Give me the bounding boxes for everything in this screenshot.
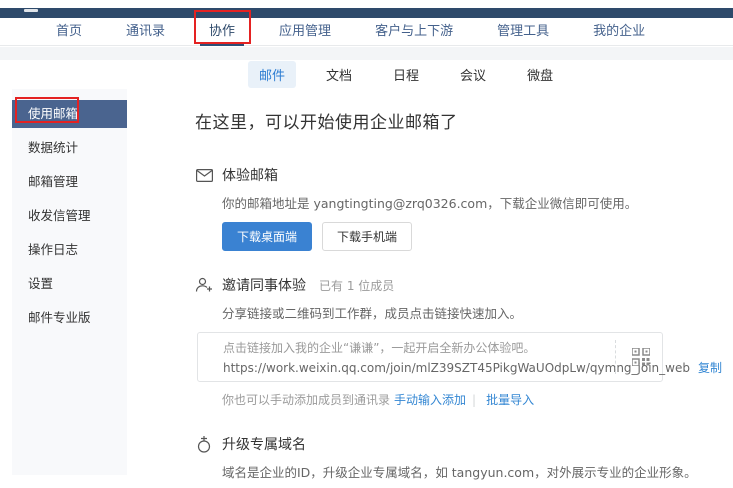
tab-docs[interactable]: 文档 [315, 61, 363, 88]
sidebar-item-mail-pro[interactable]: 邮件专业版 [12, 304, 127, 332]
sidebar-item-label: 使用邮箱 [28, 106, 78, 121]
manual-add-link[interactable]: 手动输入添加 [394, 393, 466, 407]
copy-link[interactable]: 复制 [698, 361, 722, 375]
sidebar-item-data-stats[interactable]: 数据统计 [12, 134, 127, 162]
download-mobile-button[interactable]: 下载手机端 [322, 222, 412, 251]
share-link-box: 点击链接加入我的企业“谦谦”，一起开启全新办公体验吧。 https://work… [197, 332, 663, 382]
section-title: 邀请同事体验 [222, 275, 306, 295]
nav-item-admin-tools[interactable]: 管理工具 [497, 18, 549, 46]
nav-item-contacts[interactable]: 通讯录 [126, 18, 165, 46]
dashed-divider [615, 340, 616, 374]
content-row: 使用邮箱 数据统计 邮箱管理 收发信管理 操作日志 设置 邮件专业版 在这里，可… [0, 89, 733, 475]
tab-meeting[interactable]: 会议 [449, 61, 497, 88]
envelope-icon [195, 166, 213, 184]
sidebar-item-operation-log[interactable]: 操作日志 [12, 236, 127, 264]
manual-hint: 你也可以手动添加成员到通讯录 [222, 393, 390, 407]
nav-item-home[interactable]: 首页 [56, 18, 82, 46]
domain-section: 升级专属域名 域名是企业的ID，升级企业专属域名，如 tangyun.com，对… [195, 434, 733, 488]
member-count: 已有 1 位成员 [319, 277, 394, 294]
mailbox-desc: 你的邮箱地址是 yangtingting@zrq0326.com，下载企业微信即… [222, 193, 733, 212]
tab-drive[interactable]: 微盘 [516, 61, 564, 88]
link-separator: | [472, 393, 476, 407]
tab-calendar[interactable]: 日程 [382, 61, 430, 88]
sidebar-item-settings[interactable]: 设置 [12, 270, 127, 298]
manual-add-row: 你也可以手动添加成员到通讯录手动输入添加 | 批量导入 [222, 391, 733, 408]
section-title: 升级专属域名 [222, 434, 306, 454]
main-nav: 首页 通讯录 协作 应用管理 客户与上下游 管理工具 我的企业 [0, 18, 733, 46]
download-desktop-button[interactable]: 下载桌面端 [222, 222, 312, 251]
person-plus-icon [195, 276, 213, 294]
domain-upgrade-icon [195, 435, 213, 453]
main-content: 在这里，可以开始使用企业邮箱了 体验邮箱 你的邮箱地址是 yangtingtin… [127, 89, 733, 475]
page-title: 在这里，可以开始使用企业邮箱了 [195, 108, 733, 133]
tab-mail[interactable]: 邮件 [248, 61, 296, 88]
mailbox-section: 体验邮箱 你的邮箱地址是 yangtingting@zrq0326.com，下载… [195, 165, 733, 251]
section-title: 体验邮箱 [222, 165, 278, 185]
screen: 首页 通讯录 协作 应用管理 客户与上下游 管理工具 我的企业 邮件 文档 日程… [0, 0, 733, 488]
domain-desc: 域名是企业的ID，升级企业专属域名，如 tangyun.com，对外展示专业的企… [222, 462, 733, 481]
gray-band [0, 47, 733, 60]
share-url: https://work.weixin.qq.com/join/mlZ39SZT… [223, 361, 690, 375]
sub-tabs: 邮件 文档 日程 会议 微盘 [0, 60, 733, 89]
logo-fragment [24, 9, 38, 12]
sidebar-item-send-receive-management[interactable]: 收发信管理 [12, 202, 127, 230]
sidebar-item-mailbox-management[interactable]: 邮箱管理 [12, 168, 127, 196]
nav-item-label: 协作 [209, 24, 235, 39]
nav-item-customers[interactable]: 客户与上下游 [375, 18, 453, 46]
nav-item-collaboration[interactable]: 协作 [209, 18, 235, 46]
top-dark-bar [0, 8, 733, 18]
sidebar: 使用邮箱 数据统计 邮箱管理 收发信管理 操作日志 设置 邮件专业版 [12, 89, 127, 475]
active-nav-underline [200, 43, 244, 46]
qr-code-icon[interactable] [630, 346, 652, 368]
sidebar-item-use-mailbox[interactable]: 使用邮箱 [12, 100, 127, 128]
nav-item-app-management[interactable]: 应用管理 [279, 18, 331, 46]
batch-import-link[interactable]: 批量导入 [486, 393, 534, 407]
invite-section: 邀请同事体验 已有 1 位成员 分享链接或二维码到工作群，成员点击链接快速加入。… [195, 275, 733, 408]
share-text: 点击链接加入我的企业“谦谦”，一起开启全新办公体验吧。 [223, 339, 607, 356]
nav-item-my-enterprise[interactable]: 我的企业 [593, 18, 645, 46]
invite-desc: 分享链接或二维码到工作群，成员点击链接快速加入。 [222, 303, 733, 322]
